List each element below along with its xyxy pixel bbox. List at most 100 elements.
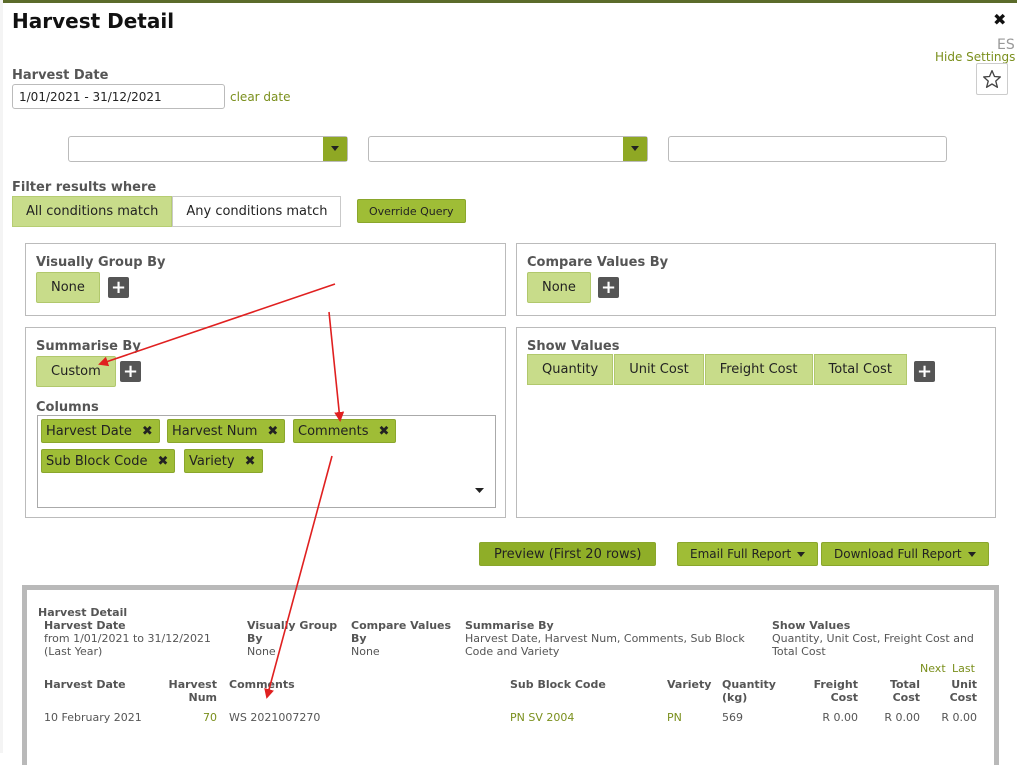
col-header-harvest-num-2: Num bbox=[188, 691, 218, 704]
col-header-freight-2: Cost bbox=[830, 691, 858, 704]
col-header-sub-block[interactable]: Sub Block Code bbox=[510, 678, 606, 691]
compare-by-panel: Compare Values By None + bbox=[516, 243, 996, 316]
compare-by-none-button[interactable]: None bbox=[527, 272, 591, 303]
remove-icon[interactable]: ✖ bbox=[142, 424, 153, 439]
value-unit-cost[interactable]: Unit Cost bbox=[614, 354, 704, 385]
summary-harvest-date-label: Harvest Date bbox=[44, 619, 126, 632]
col-header-harvest-date[interactable]: Harvest Date bbox=[44, 678, 126, 691]
add-value-icon[interactable]: + bbox=[914, 361, 935, 382]
chevron-down-icon bbox=[623, 137, 647, 161]
group-by-panel: Visually Group By None + bbox=[25, 243, 506, 316]
value-quantity[interactable]: Quantity bbox=[527, 354, 614, 385]
column-chip-label: Harvest Date bbox=[46, 423, 132, 439]
summary-summarise-value: Harvest Date, Harvest Num, Comments, Sub… bbox=[465, 632, 745, 645]
favourite-button[interactable] bbox=[976, 63, 1008, 95]
column-chip-label: Comments bbox=[298, 423, 369, 439]
conditions-toggle: All conditions match Any conditions matc… bbox=[12, 196, 342, 227]
pager-next-link[interactable]: Next bbox=[920, 662, 946, 675]
email-report-button[interactable]: Email Full Report bbox=[677, 542, 819, 566]
clear-date-link[interactable]: clear date bbox=[230, 90, 290, 104]
col-header-harvest-num[interactable]: Harvest bbox=[167, 678, 218, 691]
cell-sub-block[interactable]: PN SV 2004 bbox=[510, 711, 574, 724]
summarise-by-title: Summarise By bbox=[36, 339, 141, 354]
summary-show-value: Quantity, Unit Cost, Freight Cost and bbox=[772, 632, 974, 645]
summarise-by-panel: Summarise By Custom + Columns Harvest Da… bbox=[25, 327, 506, 518]
add-summarise-icon[interactable]: + bbox=[120, 361, 141, 382]
close-icon[interactable]: ✖ bbox=[993, 10, 1006, 29]
remove-icon[interactable]: ✖ bbox=[267, 424, 278, 439]
column-chip-harvest-date: Harvest Date ✖ bbox=[41, 419, 160, 443]
summary-harvest-date-note: (Last Year) bbox=[44, 645, 103, 658]
harvest-date-input[interactable] bbox=[12, 84, 225, 109]
caret-down-icon bbox=[797, 551, 806, 557]
hide-settings-link[interactable]: Hide Settings bbox=[935, 50, 1015, 64]
dialog-title: Harvest Detail bbox=[12, 9, 175, 33]
summarise-custom-button[interactable]: Custom bbox=[36, 356, 116, 387]
chevron-down-icon bbox=[323, 137, 347, 161]
column-chip-label: Variety bbox=[189, 453, 235, 469]
summary-summarise-label: Summarise By bbox=[465, 619, 554, 632]
top-border bbox=[0, 0, 1017, 3]
all-conditions-button[interactable]: All conditions match bbox=[12, 196, 173, 227]
summary-show-label: Show Values bbox=[772, 619, 851, 632]
email-report-label: Email Full Report bbox=[690, 547, 792, 561]
column-chip-label: Sub Block Code bbox=[46, 453, 148, 469]
caret-down-icon[interactable] bbox=[475, 488, 484, 494]
col-header-variety[interactable]: Variety bbox=[667, 678, 711, 691]
summary-compare-value: None bbox=[351, 645, 380, 658]
override-query-button[interactable]: Override Query bbox=[357, 199, 466, 223]
preview-button[interactable]: Preview (First 20 rows) bbox=[479, 542, 657, 566]
download-report-label: Download Full Report bbox=[834, 547, 962, 561]
remove-icon[interactable]: ✖ bbox=[378, 424, 389, 439]
report-title: Harvest Detail bbox=[38, 606, 128, 619]
column-chip-comments: Comments ✖ bbox=[293, 419, 397, 443]
columns-box[interactable]: Harvest Date ✖ Harvest Num ✖ Comments ✖ … bbox=[37, 415, 496, 508]
cell-variety[interactable]: PN bbox=[667, 711, 682, 724]
cell-comments: WS 2021007270 bbox=[229, 711, 321, 724]
cell-freight: R 0.00 bbox=[822, 711, 858, 724]
filter-operator-select[interactable] bbox=[368, 136, 648, 162]
summary-group-label: Visually Group bbox=[247, 619, 338, 632]
cell-harvest-date: 10 February 2021 bbox=[44, 711, 142, 724]
show-values-title: Show Values bbox=[527, 339, 620, 354]
col-header-comments[interactable]: Comments bbox=[229, 678, 295, 691]
star-icon bbox=[983, 70, 1001, 89]
column-chip-sub-block-code: Sub Block Code ✖ bbox=[41, 449, 176, 473]
remove-icon[interactable]: ✖ bbox=[245, 454, 256, 469]
column-chip-variety: Variety ✖ bbox=[184, 449, 263, 473]
col-header-unit-2: Cost bbox=[949, 691, 977, 704]
value-freight-cost[interactable]: Freight Cost bbox=[704, 354, 813, 385]
summary-group-label-2: By bbox=[247, 632, 263, 645]
compare-by-title: Compare Values By bbox=[527, 255, 669, 270]
pager-last-link[interactable]: Last bbox=[952, 662, 975, 675]
col-header-unit[interactable]: Unit bbox=[927, 678, 977, 691]
group-by-none-button[interactable]: None bbox=[36, 272, 100, 303]
cell-total: R 0.00 bbox=[884, 711, 920, 724]
remove-icon[interactable]: ✖ bbox=[157, 454, 168, 469]
caret-down-icon bbox=[967, 551, 976, 557]
cell-unit: R 0.00 bbox=[941, 711, 977, 724]
cell-harvest-num[interactable]: 70 bbox=[167, 711, 217, 724]
filter-label: Filter results where bbox=[12, 180, 157, 195]
add-group-icon[interactable]: + bbox=[108, 277, 129, 298]
col-header-freight[interactable]: Freight bbox=[807, 678, 858, 691]
add-compare-icon[interactable]: + bbox=[598, 277, 619, 298]
col-header-quantity[interactable]: Quantity bbox=[722, 678, 776, 691]
summary-compare-label-2: By bbox=[351, 632, 367, 645]
show-values-list: Quantity Unit Cost Freight Cost Total Co… bbox=[527, 354, 908, 385]
harvest-date-label: Harvest Date bbox=[12, 68, 109, 83]
filter-value-input[interactable] bbox=[668, 136, 947, 162]
download-report-button[interactable]: Download Full Report bbox=[821, 542, 989, 566]
col-header-total-2: Cost bbox=[892, 691, 920, 704]
any-conditions-button[interactable]: Any conditions match bbox=[172, 196, 342, 227]
filter-field-select[interactable] bbox=[68, 136, 348, 162]
summary-show-value-2: Total Cost bbox=[772, 645, 826, 658]
group-by-title: Visually Group By bbox=[36, 255, 166, 270]
col-header-total[interactable]: Total bbox=[870, 678, 920, 691]
summary-summarise-value-2: Code and Variety bbox=[465, 645, 560, 658]
column-chip-harvest-num: Harvest Num ✖ bbox=[167, 419, 286, 443]
col-header-quantity-2: (kg) bbox=[722, 691, 748, 704]
value-total-cost[interactable]: Total Cost bbox=[813, 354, 907, 385]
summary-harvest-date-value: from 1/01/2021 to 31/12/2021 bbox=[44, 632, 211, 645]
summary-group-value: None bbox=[247, 645, 276, 658]
